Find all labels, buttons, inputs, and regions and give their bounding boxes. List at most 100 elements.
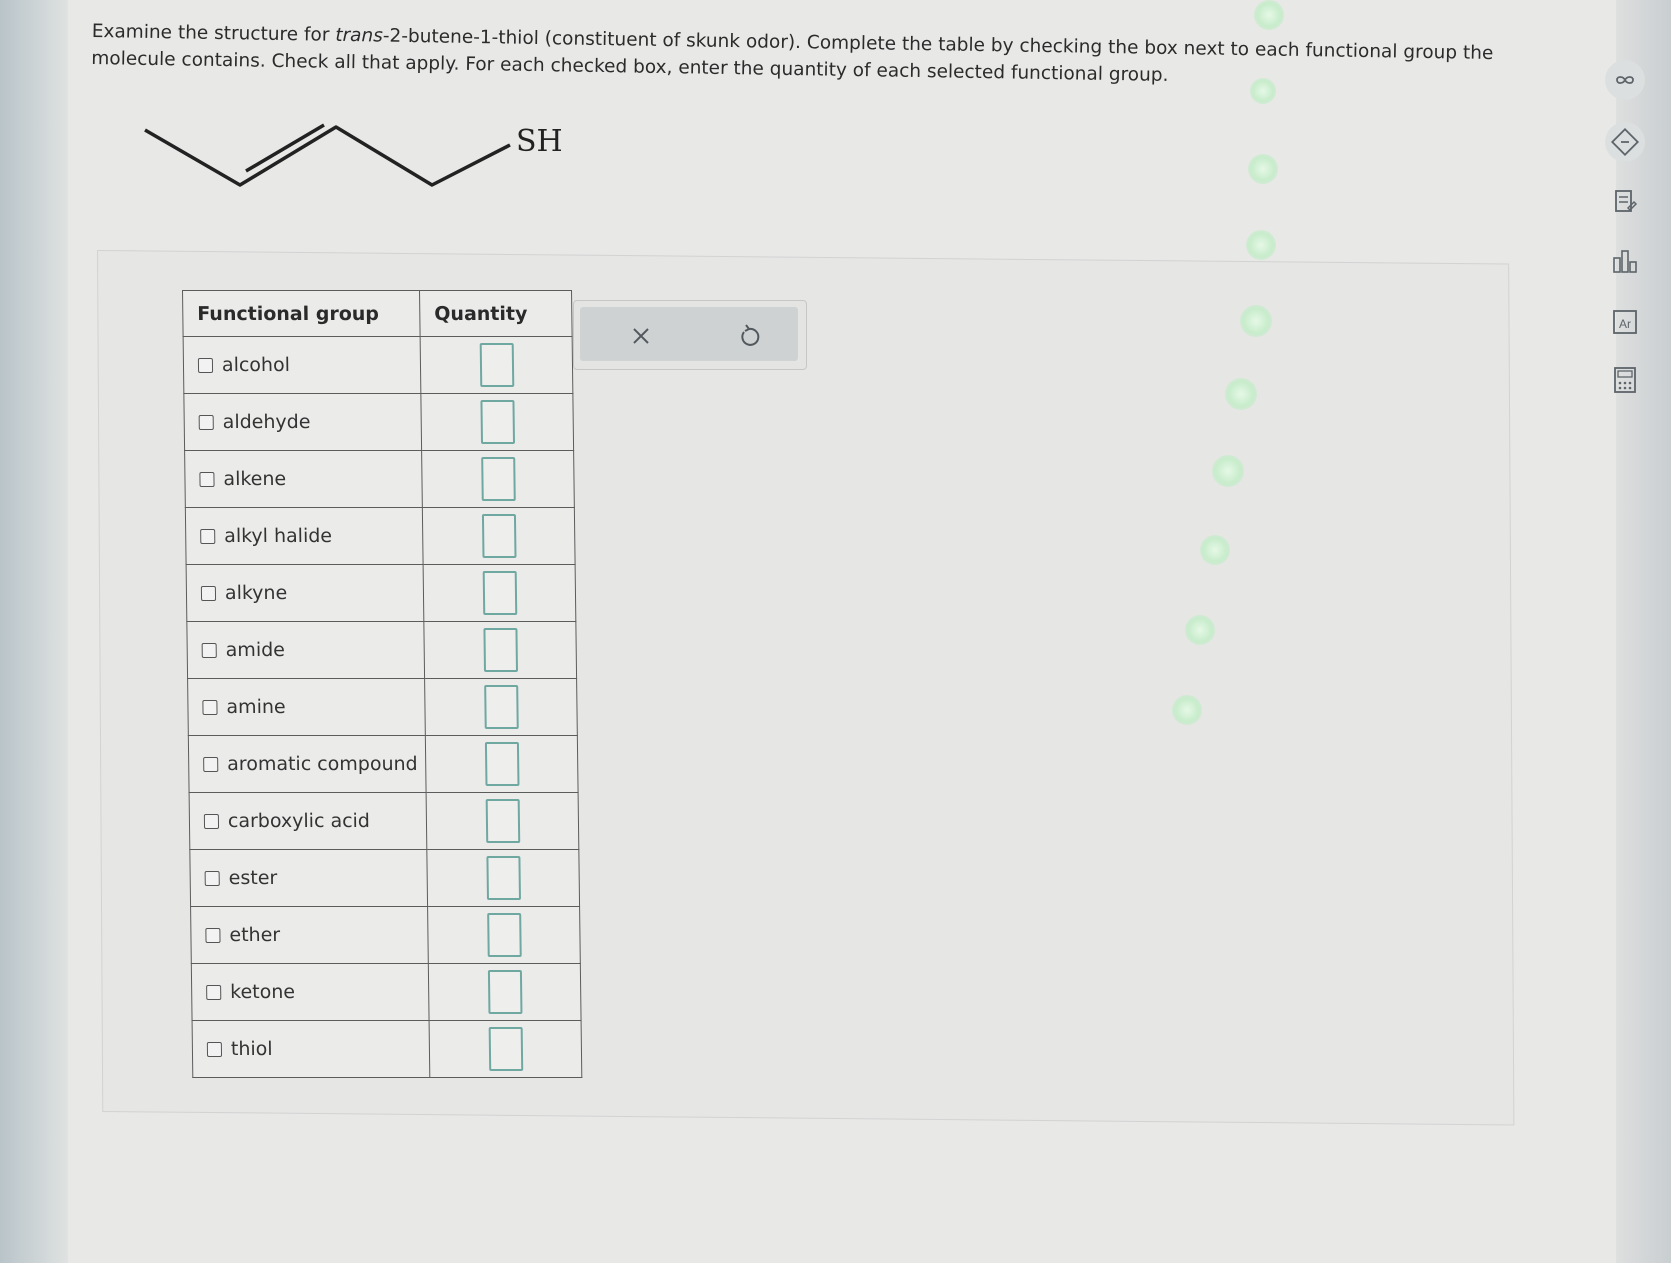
quantity-cell <box>424 678 578 736</box>
chart-icon[interactable] <box>1605 242 1645 282</box>
functional-group-label: alcohol <box>221 354 291 376</box>
functional-group-option[interactable]: amine <box>188 696 424 718</box>
checkbox[interactable] <box>202 699 218 715</box>
functional-group-option[interactable]: aromatic compound <box>189 753 425 775</box>
functional-group-option[interactable]: alkene <box>185 468 421 490</box>
functional-group-label: thiol <box>230 1038 273 1060</box>
quantity-input[interactable] <box>483 685 519 729</box>
table-row: amide <box>186 621 577 679</box>
header-functional-group: Functional group <box>182 290 421 337</box>
checkbox[interactable] <box>205 927 221 943</box>
quantity-input[interactable] <box>484 742 519 786</box>
functional-group-label: alkene <box>223 468 287 490</box>
quantity-input[interactable] <box>485 856 521 900</box>
glare-spot <box>1185 615 1215 645</box>
quantity-cell <box>428 963 582 1021</box>
checkbox[interactable] <box>197 357 214 373</box>
infinity-icon[interactable] <box>1605 60 1645 100</box>
quantity-cell <box>423 621 577 679</box>
molecule-bonds <box>144 125 511 187</box>
glare-spot <box>1254 0 1284 30</box>
checkbox[interactable] <box>201 642 217 658</box>
quantity-input[interactable] <box>485 799 520 843</box>
background-left <box>0 0 68 1263</box>
functional-group-option[interactable]: thiol <box>193 1038 429 1060</box>
close-icon[interactable] <box>626 321 656 351</box>
checkbox[interactable] <box>204 870 220 886</box>
functional-group-label: carboxylic acid <box>227 810 371 832</box>
table-row: alkene <box>184 450 575 508</box>
functional-group-option[interactable]: alkyl halide <box>186 525 422 547</box>
hint-icon[interactable] <box>1605 122 1645 162</box>
quantity-cell <box>426 792 579 850</box>
quantity-input[interactable] <box>479 400 515 444</box>
functional-group-cell: amine <box>187 678 426 736</box>
undo-icon[interactable] <box>734 321 764 351</box>
functional-group-option[interactable]: ester <box>191 867 427 889</box>
functional-group-option[interactable]: alcohol <box>184 354 420 376</box>
checkbox[interactable] <box>203 756 219 772</box>
quantity-input[interactable] <box>480 457 516 501</box>
quantity-cell <box>423 564 576 622</box>
glare-spot <box>1246 230 1276 260</box>
quantity-input[interactable] <box>487 970 522 1014</box>
table-row: amine <box>187 678 578 736</box>
quantity-input[interactable] <box>481 514 517 558</box>
functional-group-label: aldehyde <box>222 411 311 433</box>
functional-group-label: alkyl halide <box>224 525 333 547</box>
action-box <box>573 300 807 370</box>
quantity-input[interactable] <box>486 913 522 957</box>
quantity-cell <box>429 1020 582 1078</box>
checkbox[interactable] <box>198 414 214 430</box>
periodic-table-icon[interactable]: Ar <box>1605 302 1645 342</box>
double-bond-line <box>245 123 325 173</box>
checkbox[interactable] <box>200 585 217 601</box>
checkbox[interactable] <box>199 471 215 487</box>
glare-spot <box>1172 695 1202 725</box>
table-row: aldehyde <box>183 393 574 451</box>
quantity-input[interactable] <box>482 571 517 615</box>
quantity-cell <box>420 336 573 394</box>
thiol-label: SH <box>516 124 563 159</box>
quantity-input[interactable] <box>482 628 518 672</box>
table-row: ketone <box>191 963 582 1021</box>
question-italic: trans <box>335 24 384 47</box>
glare-spot <box>1250 78 1276 104</box>
functional-group-cell: amide <box>186 621 425 679</box>
checkbox[interactable] <box>203 813 220 829</box>
functional-group-cell: ketone <box>191 963 430 1021</box>
functional-group-option[interactable]: aldehyde <box>185 411 421 433</box>
functional-group-cell: thiol <box>192 1020 430 1078</box>
table-row: alcohol <box>183 336 573 394</box>
quantity-input[interactable] <box>479 343 514 387</box>
functional-group-option[interactable]: ketone <box>192 981 428 1003</box>
glare-spot <box>1248 154 1278 184</box>
quantity-input[interactable] <box>488 1027 523 1071</box>
functional-group-option[interactable]: alkyne <box>187 582 423 604</box>
notes-icon[interactable] <box>1605 182 1645 222</box>
functional-group-label: alkyne <box>224 582 288 604</box>
quantity-cell <box>427 906 581 964</box>
functional-group-option[interactable]: amide <box>188 639 424 661</box>
functional-group-cell: alkene <box>184 450 423 508</box>
quantity-cell <box>426 849 580 907</box>
functional-group-option[interactable]: ether <box>191 924 427 946</box>
question-part1: Examine the structure for <box>91 20 336 46</box>
svg-text:Ar: Ar <box>1619 317 1631 331</box>
table-row: alkyne <box>186 564 576 622</box>
checkbox[interactable] <box>200 528 216 544</box>
calculator-icon[interactable] <box>1605 360 1645 400</box>
checkbox[interactable] <box>206 1041 223 1057</box>
functional-group-cell: aldehyde <box>183 393 422 451</box>
glare-spot <box>1200 535 1230 565</box>
action-toolbar <box>580 307 798 361</box>
functional-group-option[interactable]: carboxylic acid <box>190 810 426 832</box>
table-row: alkyl halide <box>185 507 576 565</box>
checkbox[interactable] <box>206 984 222 1000</box>
header-quantity: Quantity <box>419 290 573 337</box>
functional-group-cell: ester <box>189 849 428 907</box>
glare-spot <box>1212 455 1244 487</box>
table-row: carboxylic acid <box>189 792 579 850</box>
table-row: ether <box>190 906 581 964</box>
functional-group-cell: alkyl halide <box>185 507 424 565</box>
